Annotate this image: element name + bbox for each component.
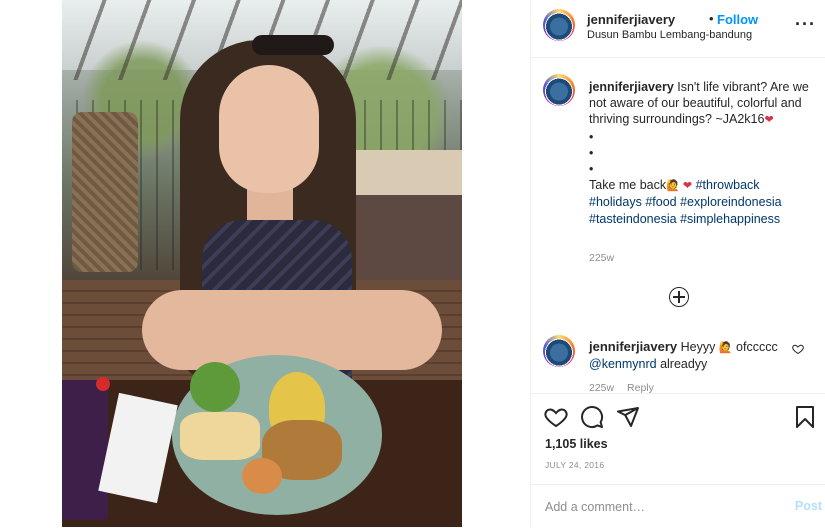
hashtag-link[interactable]: #tasteindonesia [589,212,677,226]
hashtag-link[interactable]: #simplehappiness [680,212,780,226]
mention-link[interactable]: @kenmynrd [589,357,657,371]
photo-egg [242,458,282,494]
page-margin [0,0,62,527]
caption-timestamp[interactable]: 225w [589,252,614,264]
more-icon[interactable]: ··· [795,14,816,35]
post-actions: 1,105 likes JULY 24, 2016 [531,393,825,486]
photo-person-face [219,65,319,193]
caption-text: Take me back [589,178,667,193]
photo-drink [62,380,108,520]
photo-sofa [342,150,462,300]
post-photo[interactable] [62,0,462,527]
caption-bullet: • [589,129,594,144]
comment-avatar[interactable] [543,335,575,367]
follow-button[interactable]: Follow [717,12,758,27]
caption-emoji: 🙋 ❤ [666,180,693,193]
hashtag-link[interactable]: #throwback [696,178,760,192]
caption-body: jenniferjiavery Isn't life vibrant? Are … [589,79,809,227]
header-separator-dot: • [709,11,714,26]
photo-cherry [96,377,110,391]
comment-icon[interactable] [580,405,604,429]
comment-emoji: 🙋 [718,342,733,354]
avatar[interactable] [543,9,575,41]
post-date[interactable]: JULY 24, 2016 [545,460,604,470]
hashtag-link[interactable]: #food [645,195,676,209]
photo-lantern [72,112,138,272]
add-comment-input[interactable]: Add a comment… [545,500,645,514]
caption-avatar[interactable] [543,74,575,106]
comment-text: ofccccc [736,340,778,354]
post-sidebar: jenniferjiavery • Follow Dusun Bambu Lem… [530,0,825,527]
post-comment-button[interactable]: Post [795,499,822,513]
comment-text: alreadyy [660,357,708,371]
add-comment-bar: Add a comment… Post [531,484,825,528]
header-username[interactable]: jenniferjiavery [587,12,675,27]
hashtag-link[interactable]: #exploreindonesia [680,195,781,209]
heart-icon[interactable] [544,405,568,429]
caption-heart-emoji: ❤ [764,114,774,127]
hashtag-link[interactable]: #holidays [589,195,642,209]
bookmark-icon[interactable] [793,405,817,429]
caption-bullet: • [589,145,594,160]
comment-username[interactable]: jenniferjiavery [589,339,677,354]
photo-sunglasses [252,35,334,55]
share-icon[interactable] [616,405,640,429]
likes-count[interactable]: 1,105 likes [545,437,608,451]
comment-item: jenniferjiavery Heyyy 🙋 ofccccc @kenmynr… [531,327,825,397]
location-link[interactable]: Dusun Bambu Lembang-bandung [587,29,752,41]
comment-like-heart-icon[interactable] [792,343,804,355]
post-header: jenniferjiavery • Follow Dusun Bambu Lem… [531,0,825,58]
photo-greens [190,362,240,412]
comment-text: Heyyy [680,340,716,354]
caption-bullet: • [589,162,594,177]
add-circle-icon[interactable] [669,287,689,307]
photo-omelette [180,412,260,460]
comment-body: jenniferjiavery Heyyy 🙋 ofccccc @kenmynr… [589,339,789,372]
caption-username[interactable]: jenniferjiavery [589,80,674,94]
